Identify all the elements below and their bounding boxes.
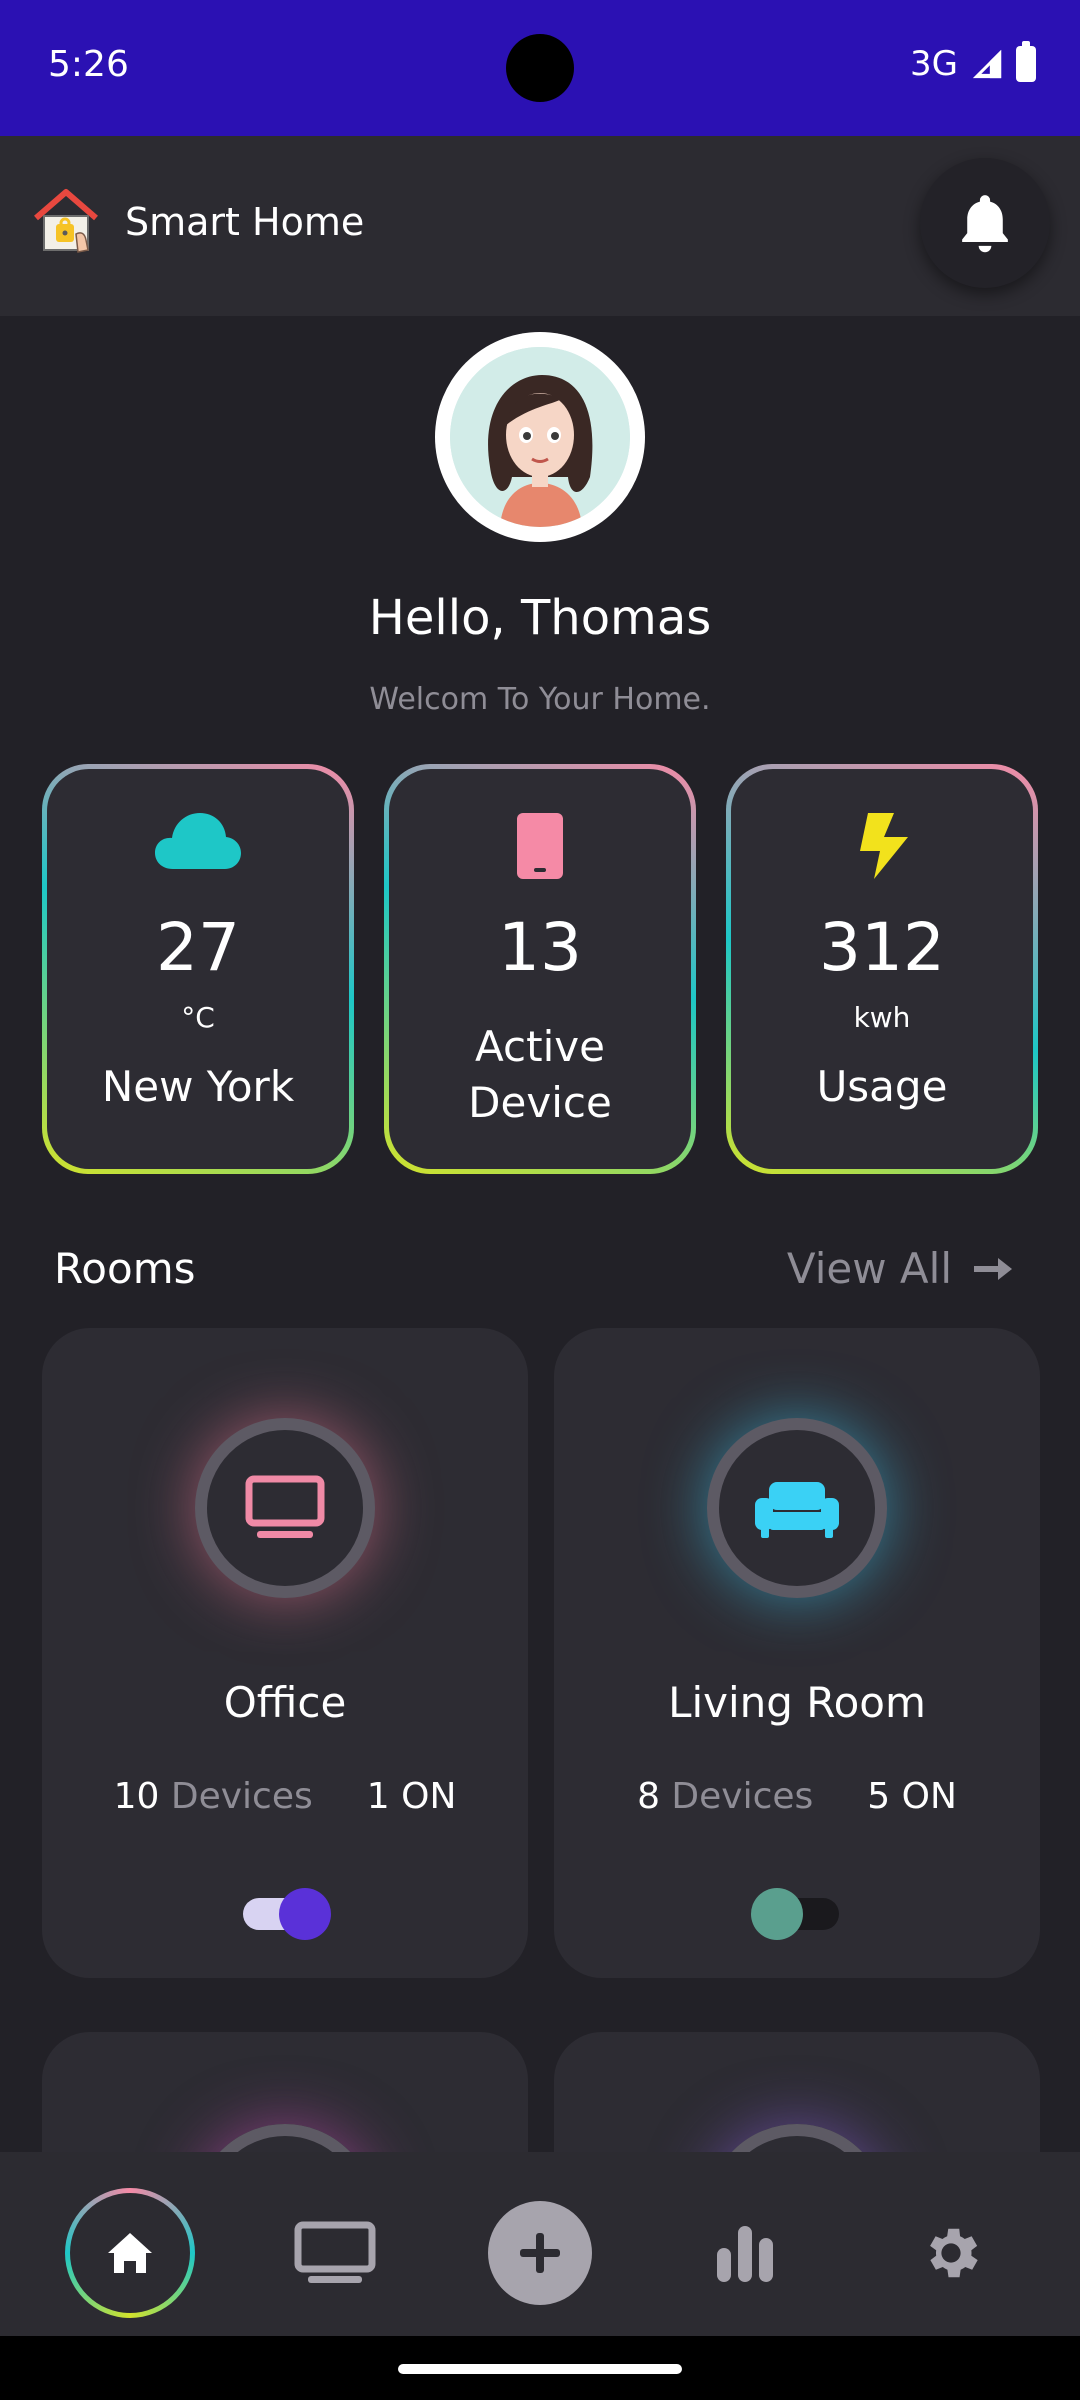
temperature-value: 27 bbox=[156, 909, 240, 986]
network-type: 3G bbox=[910, 44, 958, 84]
on-count: 1 bbox=[366, 1776, 390, 1817]
room-power-switch[interactable] bbox=[243, 1888, 331, 1940]
nav-devices[interactable] bbox=[270, 2188, 400, 2318]
room-name: Office bbox=[223, 1678, 347, 1727]
battery-icon bbox=[1016, 41, 1036, 82]
weather-card[interactable]: 27 °C New York bbox=[42, 764, 354, 1174]
status-time: 5:26 bbox=[48, 44, 129, 85]
bar-chart-icon bbox=[717, 2226, 773, 2282]
camera-cutout bbox=[506, 34, 574, 102]
view-all-label: View All bbox=[786, 1244, 952, 1293]
gear-icon bbox=[930, 2228, 978, 2278]
greeting: Hello, Thomas bbox=[368, 590, 712, 646]
avatar[interactable] bbox=[435, 332, 645, 542]
devices-word: Devices bbox=[170, 1776, 313, 1817]
usage-card[interactable]: 312 kwh Usage bbox=[726, 764, 1038, 1174]
nav-add[interactable] bbox=[475, 2188, 605, 2318]
nav-statistics[interactable] bbox=[680, 2188, 810, 2318]
app-title: Smart Home bbox=[125, 200, 365, 244]
room-stats: 8 Devices 5 ON bbox=[554, 1776, 1040, 1817]
sofa-icon bbox=[755, 1482, 839, 1538]
usage-unit: kwh bbox=[853, 1001, 911, 1034]
devices-count: 10 bbox=[113, 1776, 160, 1817]
room-icon-container bbox=[707, 1418, 887, 1598]
cloud-icon bbox=[155, 813, 241, 869]
room-card-living-room[interactable]: Living Room 8 Devices 5 ON bbox=[554, 1328, 1040, 1978]
on-count: 5 bbox=[867, 1776, 891, 1817]
home-icon bbox=[108, 2233, 152, 2273]
room-power-switch[interactable] bbox=[751, 1888, 839, 1940]
room-stats: 10 Devices 1 ON bbox=[42, 1776, 528, 1817]
rooms-title: Rooms bbox=[54, 1244, 196, 1293]
monitor-icon bbox=[294, 2221, 376, 2283]
notification-button[interactable] bbox=[920, 158, 1050, 288]
home-gesture-handle[interactable] bbox=[398, 2364, 682, 2374]
bottom-navigation bbox=[0, 2152, 1080, 2336]
temperature-unit: °C bbox=[181, 1001, 215, 1034]
on-word: ON bbox=[901, 1776, 957, 1817]
nav-home[interactable] bbox=[65, 2188, 195, 2318]
welcome-text: Welcom To Your Home. bbox=[369, 682, 711, 717]
active-devices-card[interactable]: 13 Active Device bbox=[384, 764, 696, 1174]
active-devices-label: Active Device bbox=[468, 1022, 612, 1127]
arrow-right-icon bbox=[974, 1257, 1012, 1280]
gesture-bar bbox=[0, 2336, 1080, 2400]
room-name: Living Room bbox=[668, 1678, 926, 1727]
devices-count: 8 bbox=[637, 1776, 660, 1817]
plus-icon bbox=[520, 2233, 560, 2273]
on-count-group: 5 ON bbox=[867, 1776, 957, 1817]
usage-value: 312 bbox=[819, 909, 945, 986]
devices-count-group: 8 Devices bbox=[637, 1776, 813, 1817]
status-icons: 3G bbox=[910, 41, 1036, 84]
city-label: New York bbox=[101, 1062, 295, 1111]
nav-settings[interactable] bbox=[886, 2188, 1016, 2318]
phone-icon bbox=[517, 813, 563, 879]
usage-label: Usage bbox=[816, 1062, 948, 1111]
lightning-icon bbox=[860, 813, 908, 879]
monitor-icon bbox=[245, 1475, 325, 1538]
room-card-office[interactable]: Office 10 Devices 1 ON bbox=[42, 1328, 528, 1978]
avatar-image bbox=[450, 347, 630, 527]
status-bar: 5:26 3G bbox=[0, 0, 1080, 136]
bell-icon bbox=[962, 195, 1008, 253]
view-all-link[interactable]: View All bbox=[787, 1244, 1014, 1293]
active-devices-value: 13 bbox=[498, 909, 582, 986]
signal-icon bbox=[972, 49, 1002, 79]
devices-count-group: 10 Devices bbox=[114, 1776, 313, 1817]
devices-word: Devices bbox=[671, 1776, 814, 1817]
on-word: ON bbox=[401, 1776, 457, 1817]
on-count-group: 1 ON bbox=[367, 1776, 457, 1817]
smart-home-logo-icon bbox=[34, 189, 98, 253]
app-bar: Smart Home bbox=[0, 136, 1080, 316]
room-icon-container bbox=[195, 1418, 375, 1598]
